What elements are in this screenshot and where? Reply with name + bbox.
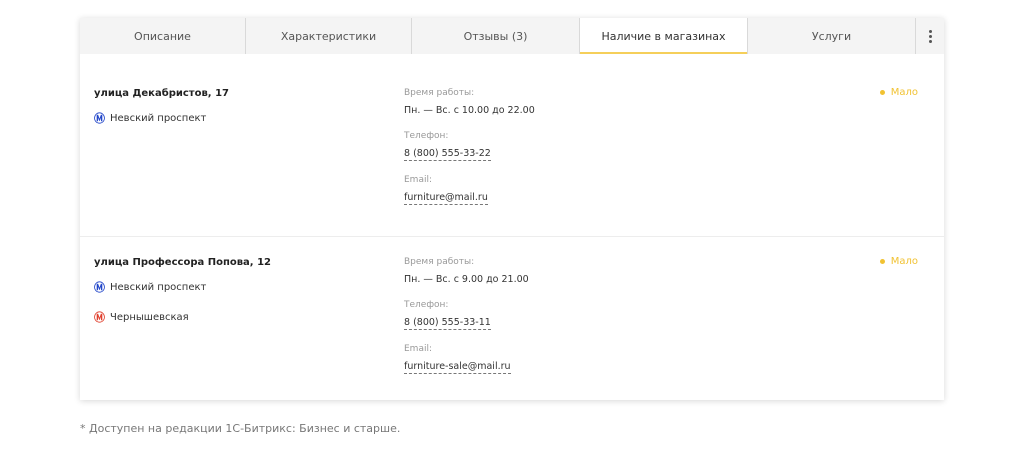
store-item: улица Профессора Попова, 12 Ⓜ Невский пр… — [80, 236, 944, 400]
tab-store-availability[interactable]: Наличие в магазинах — [580, 18, 748, 54]
metro-station: Ⓜ Невский проспект — [94, 112, 207, 125]
email-link[interactable]: furniture@mail.ru — [404, 192, 488, 205]
metro-icon: Ⓜ — [94, 112, 105, 125]
more-vertical-icon — [928, 29, 932, 43]
hours-label: Время работы: — [404, 88, 475, 98]
phone-link[interactable]: 8 (800) 555-33-22 — [404, 148, 491, 161]
phone-link[interactable]: 8 (800) 555-33-11 — [404, 317, 491, 330]
email-label: Email: — [404, 175, 433, 185]
phone-label: Телефон: — [404, 300, 449, 310]
tab-reviews[interactable]: Отзывы (3) — [412, 18, 580, 54]
hours-value: Пн. — Вс. с 10.00 до 22.00 — [404, 105, 535, 116]
email-label: Email: — [404, 344, 433, 354]
metro-station: Ⓜ Чернышевская — [94, 311, 189, 324]
email-link[interactable]: furniture-sale@mail.ru — [404, 361, 511, 374]
metro-icon: Ⓜ — [94, 281, 105, 294]
edition-footnote: * Доступен на редакции 1С-Битрикс: Бизне… — [80, 422, 401, 435]
phone-label: Телефон: — [404, 131, 449, 141]
stock-dot-icon — [879, 90, 885, 95]
store-address: улица Профессора Попова, 12 — [94, 257, 271, 268]
metro-icon: Ⓜ — [94, 311, 105, 324]
stock-status: Мало — [879, 87, 918, 98]
metro-station: Ⓜ Невский проспект — [94, 281, 207, 294]
stock-dot-icon — [879, 259, 885, 264]
more-tabs-button[interactable] — [916, 18, 944, 54]
tab-description[interactable]: Описание — [80, 18, 246, 54]
stock-status: Мало — [879, 256, 918, 267]
store-item: улица Декабристов, 17 Ⓜ Невский проспект… — [80, 68, 944, 238]
hours-value: Пн. — Вс. с 9.00 до 21.00 — [404, 274, 529, 285]
tab-services[interactable]: Услуги — [748, 18, 916, 54]
tab-specifications[interactable]: Характеристики — [246, 18, 412, 54]
store-address: улица Декабристов, 17 — [94, 88, 229, 99]
tab-bar: Описание Характеристики Отзывы (3) Налич… — [80, 18, 944, 54]
store-availability-widget: Описание Характеристики Отзывы (3) Налич… — [80, 18, 944, 400]
hours-label: Время работы: — [404, 257, 475, 267]
